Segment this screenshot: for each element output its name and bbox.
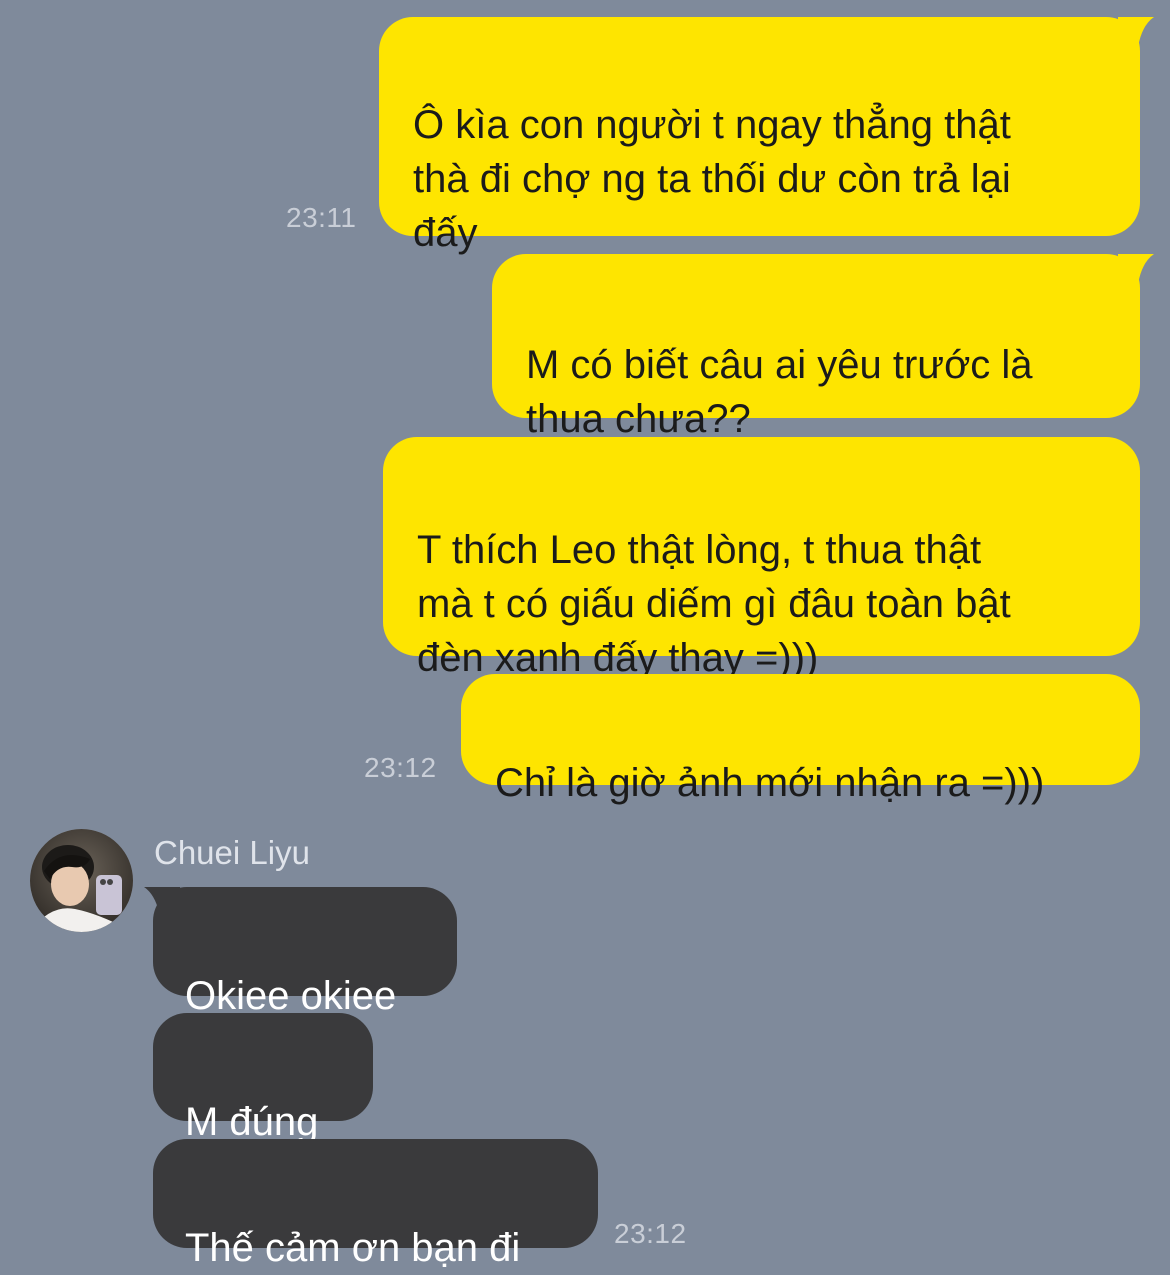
message-text: Chỉ là giờ ảnh mới nhận ra =))) [495, 761, 1045, 805]
message-bubble-outgoing[interactable]: Chỉ là giờ ảnh mới nhận ra =))) [461, 674, 1140, 805]
message-bubble-incoming[interactable]: Okiee okiee [153, 887, 457, 1018]
message-text: M đúng [185, 1100, 319, 1144]
sender-avatar[interactable] [30, 829, 133, 932]
message-timestamp: 23:12 [364, 752, 437, 783]
message-bubble-incoming[interactable]: M đúng [153, 1013, 373, 1144]
message-bubble-outgoing[interactable]: T thích Leo thật lòng, t thua thật mà t … [383, 437, 1140, 680]
message-text: Thế cảm ơn bạn đi [185, 1226, 521, 1270]
sender-name: Chuei Liyu [154, 834, 310, 871]
message-bubble-outgoing[interactable]: Ô kìa con người t ngay thẳng thật thà đi… [379, 17, 1140, 255]
bubble-tail-icon [144, 887, 180, 917]
bubble-tail-icon [1118, 17, 1154, 47]
message-text: T thích Leo thật lòng, t thua thật mà t … [417, 528, 1011, 680]
message-bubble-incoming[interactable]: Thế cảm ơn bạn đi [153, 1139, 598, 1270]
message-text: Ô kìa con người t ngay thẳng thật thà đi… [413, 103, 1011, 255]
avatar-photo-icon [30, 829, 133, 932]
message-timestamp: 23:12 [614, 1218, 687, 1249]
message-text: Okiee okiee [185, 974, 397, 1018]
message-text: M có biết câu ai yêu trước là thua chưa?… [526, 343, 1033, 441]
bubble-tail-icon [1118, 254, 1154, 284]
message-bubble-outgoing[interactable]: M có biết câu ai yêu trước là thua chưa?… [492, 254, 1140, 441]
message-timestamp: 23:11 [286, 202, 357, 233]
